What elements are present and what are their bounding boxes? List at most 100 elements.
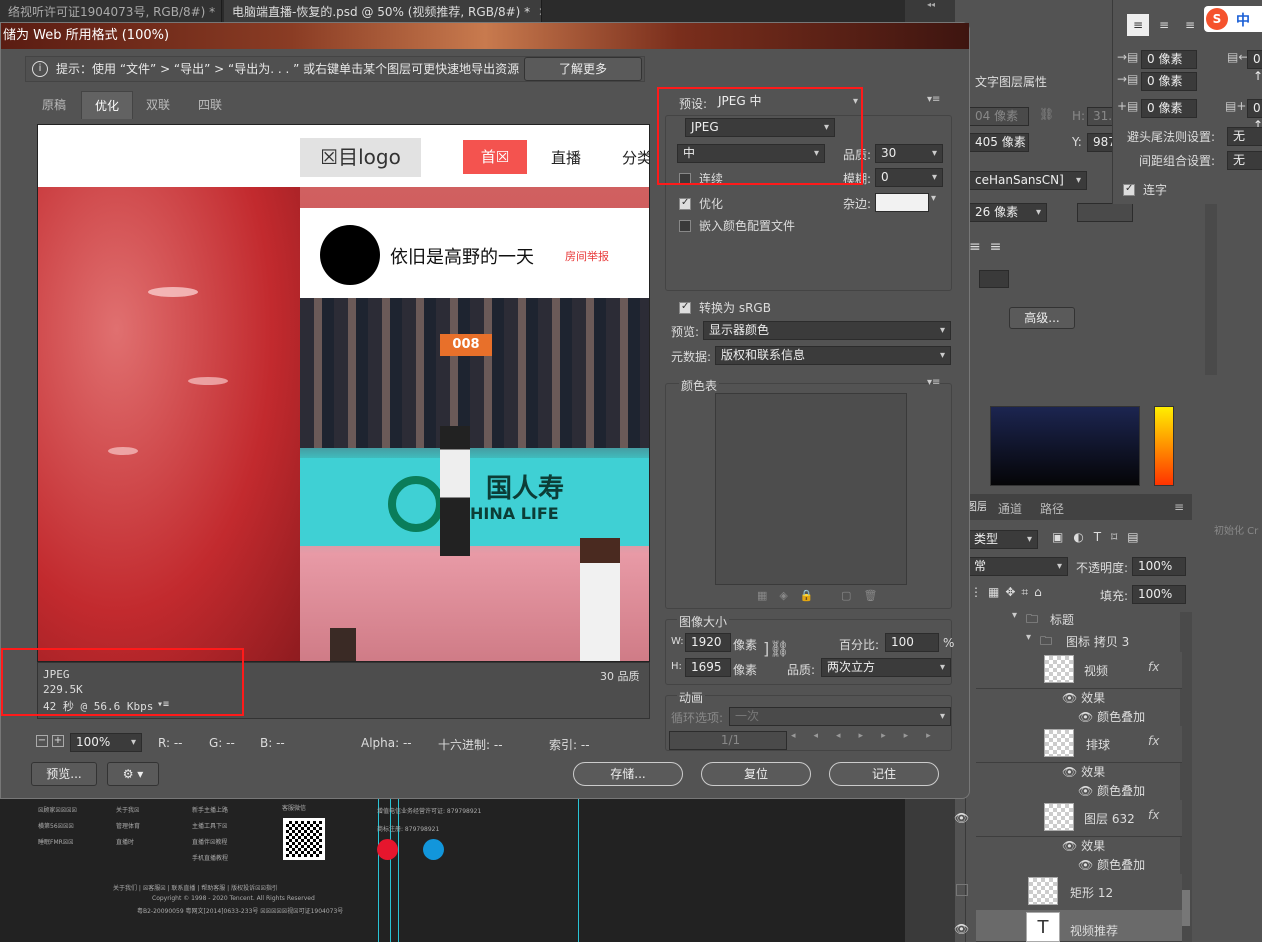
browser-select[interactable]: ⚙ ▾: [107, 762, 159, 786]
filter-icons[interactable]: ▣◐T⌑▤: [1052, 530, 1149, 544]
matte-swatch[interactable]: [875, 193, 929, 212]
layer-row[interactable]: 视频 fx: [976, 652, 1182, 689]
preview-mode-select[interactable]: 显示器颜色 ▾: [703, 321, 951, 340]
align-left-icon[interactable]: ≡: [1127, 14, 1149, 36]
document-tab-1[interactable]: 络视听许可证1904073号, RGB/8#) *✕: [0, 0, 222, 24]
advanced-button[interactable]: 高级...: [1009, 307, 1075, 329]
effect-row[interactable]: 👁 效果: [1062, 763, 1105, 780]
eye-icon[interactable]: 👁: [1078, 858, 1093, 872]
visibility-toggle[interactable]: [956, 884, 968, 896]
layer-row-selected[interactable]: T 视频推荐: [976, 910, 1182, 942]
height-input[interactable]: 1695: [685, 658, 731, 677]
checkbox-icon[interactable]: [679, 301, 691, 314]
tab-4up[interactable]: 四联: [185, 91, 235, 119]
close-icon[interactable]: ✕: [538, 5, 541, 19]
percent-input[interactable]: 100: [885, 633, 939, 652]
color-table-menu-icon[interactable]: ▾≡: [927, 377, 940, 388]
learn-more-button[interactable]: 了解更多: [524, 57, 642, 81]
tab-paths[interactable]: 路径: [1040, 500, 1064, 517]
chevron-down-icon[interactable]: ▾: [1026, 632, 1031, 643]
opacity-field[interactable]: 100%: [1132, 557, 1186, 576]
eye-icon[interactable]: 👁: [1062, 839, 1077, 853]
leading-select[interactable]: [1077, 203, 1133, 222]
layer-filter-select[interactable]: 类型 ▾: [968, 530, 1038, 549]
color-table[interactable]: [715, 393, 907, 585]
quality-field[interactable]: 30 ▾: [875, 144, 943, 163]
effect-row[interactable]: 👁 效果: [1062, 837, 1105, 854]
effect-row[interactable]: 👁 颜色叠加: [1078, 708, 1145, 725]
preview-in-browser-button[interactable]: 预览...: [31, 762, 97, 786]
scrollbar-thumb[interactable]: [1182, 890, 1190, 926]
lock-icons[interactable]: ⋮▦✥⌗⌂: [970, 585, 1048, 600]
layer-row[interactable]: 矩形 12: [976, 874, 1182, 911]
align-icons[interactable]: ≡ ≡: [969, 239, 1001, 255]
align-right-icon[interactable]: ≡: [1179, 14, 1201, 36]
font-family-select[interactable]: ceHanSansCN] ▾: [969, 171, 1087, 190]
effect-row[interactable]: 👁 效果: [1062, 689, 1105, 706]
reset-button[interactable]: 复位: [701, 762, 811, 786]
chevron-down-icon[interactable]: ▾: [1012, 610, 1017, 621]
image-preview[interactable]: ☒目logo 首☒ 直播 分类 依旧是高野的一天 房间举报 008 国人寿 HI…: [37, 124, 650, 662]
color-slider[interactable]: [1154, 406, 1174, 486]
resample-select[interactable]: 两次立方 ▾: [821, 658, 951, 677]
mojikumi-select[interactable]: 无: [1227, 151, 1262, 170]
tab-original[interactable]: 原稿: [29, 91, 79, 119]
space-after-field[interactable]: 0 ↑: [1247, 99, 1262, 132]
eye-icon[interactable]: 👁: [954, 922, 969, 936]
effect-row[interactable]: 👁 颜色叠加: [1078, 782, 1145, 799]
collapse-icon[interactable]: ◂◂: [927, 0, 947, 9]
indent-right-field[interactable]: 0 ↑: [1247, 50, 1262, 83]
fx-icon[interactable]: fx: [1148, 808, 1159, 822]
width-field[interactable]: 04 像素: [969, 107, 1029, 126]
width-input[interactable]: 1920: [685, 633, 731, 652]
remember-button[interactable]: 记住: [829, 762, 939, 786]
effect-row[interactable]: 👁 颜色叠加: [1078, 856, 1145, 873]
blend-mode-select[interactable]: 常 ▾: [968, 557, 1068, 576]
eye-icon[interactable]: 👁: [1062, 765, 1077, 779]
embed-profile-checkbox[interactable]: 嵌入颜色配置文件: [679, 217, 795, 234]
align-center-icon[interactable]: ≡: [1153, 14, 1175, 36]
first-line-indent-field[interactable]: 0 像素: [1141, 72, 1197, 91]
constrain-proportions-icon[interactable]: ]⛓: [763, 639, 790, 658]
chevron-down-icon[interactable]: ▾: [931, 193, 936, 204]
layer-row[interactable]: 排球 fx: [976, 726, 1182, 763]
eye-icon[interactable]: 👁: [1078, 784, 1093, 798]
tab-2up[interactable]: 双联: [133, 91, 183, 119]
eye-icon[interactable]: 👁: [954, 811, 969, 825]
checkbox-icon[interactable]: [679, 197, 691, 210]
document-tab-2[interactable]: 电脑端直播-恢复的.psd @ 50% (视频推荐, RGB/8#) * ✕: [224, 0, 542, 24]
kinsoku-select[interactable]: 无: [1227, 127, 1262, 146]
x-field[interactable]: 405 像素: [969, 133, 1029, 152]
layer-row-group[interactable]: ▾ 🗀 标题: [976, 609, 1182, 629]
color-table-tools-icons[interactable]: ▦◈🔒 ▢🗑: [757, 589, 889, 602]
fill-field[interactable]: 100%: [1132, 585, 1186, 604]
fx-icon[interactable]: fx: [1148, 660, 1159, 674]
zoom-out-icon[interactable]: −: [36, 735, 48, 747]
color-field[interactable]: [990, 406, 1140, 486]
optimize-checkbox[interactable]: 优化: [679, 195, 723, 212]
tab-optimized[interactable]: 优化: [81, 91, 134, 119]
zoom-in-icon[interactable]: +: [52, 735, 64, 747]
tab-channels[interactable]: 通道: [998, 500, 1022, 517]
checkbox-icon[interactable]: [679, 220, 691, 232]
link-icon[interactable]: ⛓: [1039, 107, 1054, 121]
metadata-select[interactable]: 版权和联系信息 ▾: [715, 346, 951, 365]
settings-menu-icon[interactable]: ▾≡: [927, 94, 940, 105]
font-size-select[interactable]: 26 像素 ▾: [969, 203, 1047, 222]
zoom-select[interactable]: 100% ▾: [70, 733, 142, 752]
ime-toolbar[interactable]: S 中: [1204, 6, 1262, 32]
fx-icon[interactable]: fx: [1148, 734, 1159, 748]
blur-field[interactable]: 0 ▾: [875, 168, 943, 187]
eye-icon[interactable]: 👁: [1062, 691, 1077, 705]
save-button[interactable]: 存储...: [573, 762, 683, 786]
loop-select[interactable]: 一次 ▾: [729, 707, 951, 726]
checkbox-icon[interactable]: [1123, 183, 1135, 196]
ligature-checkbox[interactable]: 连字: [1123, 181, 1167, 198]
space-before-field[interactable]: 0 像素: [1141, 99, 1197, 118]
layer-row-group[interactable]: ▾ 🗀 图标 拷贝 3: [976, 631, 1182, 651]
srgb-checkbox[interactable]: 转换为 sRGB: [679, 299, 771, 316]
eye-icon[interactable]: 👁: [1078, 710, 1093, 724]
panel-menu-icon[interactable]: ≡: [1174, 500, 1184, 514]
animation-controls-icons[interactable]: ◂◂◂▸▸▸▸: [791, 731, 949, 741]
indent-left-field[interactable]: 0 像素: [1141, 50, 1197, 69]
